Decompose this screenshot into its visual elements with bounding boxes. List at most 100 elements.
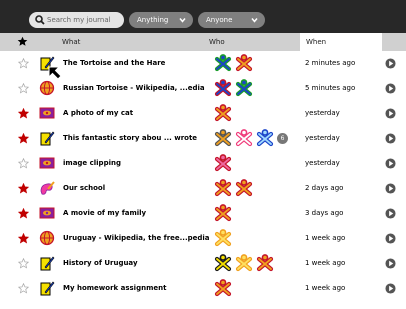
entry-title[interactable]: Uruguay - Wikipedia, the free...pedia <box>63 226 210 251</box>
resume-arrow-icon[interactable] <box>385 208 396 219</box>
favorite-toggle[interactable] <box>17 82 30 96</box>
what-column-header[interactable]: What <box>62 33 80 51</box>
star-column-header[interactable] <box>17 33 29 51</box>
favorite-star-icon[interactable] <box>17 157 30 169</box>
resume-arrow-icon[interactable] <box>385 233 396 244</box>
journal-entry-row[interactable]: History of Uruguay 1 week ago <box>0 251 406 276</box>
resume-button[interactable] <box>385 233 396 246</box>
filter-who-combo[interactable]: Anyone <box>198 12 265 28</box>
buddy-xo-icon[interactable] <box>214 204 232 222</box>
search-input[interactable] <box>47 13 121 27</box>
favorite-star-icon[interactable] <box>17 257 30 269</box>
buddy-xo-icon[interactable] <box>214 279 232 297</box>
buddy-xo-icon[interactable] <box>214 129 232 147</box>
buddy-xo-icon[interactable] <box>214 79 232 97</box>
favorite-star-icon[interactable] <box>17 82 30 94</box>
resume-button[interactable] <box>385 133 396 146</box>
entry-title[interactable]: History of Uruguay <box>63 251 138 276</box>
favorite-star-icon[interactable] <box>17 207 30 219</box>
entry-title[interactable]: The Tortoise and the Hare <box>63 51 165 76</box>
buddy-xo-icon[interactable] <box>235 79 253 97</box>
paint-activity-icon[interactable] <box>39 180 55 196</box>
entry-title[interactable]: This fantastic story abou ... wrote <box>63 126 197 151</box>
activity-icon[interactable] <box>39 105 55 123</box>
favorite-star-icon[interactable] <box>17 132 30 144</box>
journal-entry-row[interactable]: image clipping yesterday <box>0 151 406 176</box>
resume-arrow-icon[interactable] <box>385 58 396 69</box>
activity-icon[interactable] <box>39 230 55 248</box>
favorite-toggle[interactable] <box>17 232 30 246</box>
favorite-star-icon[interactable] <box>17 182 30 194</box>
activity-icon[interactable] <box>39 155 55 173</box>
favorite-toggle[interactable] <box>17 132 30 146</box>
when-column-header[interactable]: When <box>300 33 382 51</box>
journal-entry-row[interactable]: Uruguay - Wikipedia, the free...pedia 1 w… <box>0 226 406 251</box>
image-icon[interactable] <box>39 155 55 171</box>
activity-icon[interactable] <box>39 280 55 298</box>
image-icon[interactable] <box>39 105 55 121</box>
activity-icon[interactable] <box>39 255 55 273</box>
resume-button[interactable] <box>385 58 396 71</box>
resume-arrow-icon[interactable] <box>385 108 396 119</box>
buddy-xo-icon[interactable] <box>214 254 232 272</box>
entry-title[interactable]: Our school <box>63 176 105 201</box>
activity-icon[interactable] <box>39 80 55 98</box>
journal-entry-row[interactable]: A movie of my family 3 days ago <box>0 201 406 226</box>
favorite-star-icon[interactable] <box>17 232 30 244</box>
video-icon[interactable] <box>39 205 55 221</box>
journal-entry-row[interactable]: Our school 2 days ago <box>0 176 406 201</box>
entry-title[interactable]: A movie of my family <box>63 201 146 226</box>
filter-what-combo[interactable]: Anything <box>129 12 193 28</box>
favorite-toggle[interactable] <box>17 207 30 221</box>
favorite-star-icon[interactable] <box>17 282 30 294</box>
buddy-xo-icon[interactable] <box>214 54 232 72</box>
resume-button[interactable] <box>385 158 396 171</box>
resume-arrow-icon[interactable] <box>385 283 396 294</box>
activity-icon[interactable] <box>39 205 55 223</box>
favorite-toggle[interactable] <box>17 57 30 71</box>
resume-arrow-icon[interactable] <box>385 258 396 269</box>
resume-button[interactable] <box>385 83 396 96</box>
favorite-toggle[interactable] <box>17 157 30 171</box>
favorite-toggle[interactable] <box>17 257 30 271</box>
journal-entry-row[interactable]: This fantastic story abou ... wrote 6 yest… <box>0 126 406 151</box>
buddy-xo-icon[interactable] <box>214 154 232 172</box>
entry-title[interactable]: image clipping <box>63 151 121 176</box>
journal-entry-row[interactable]: A photo of my cat yesterday <box>0 101 406 126</box>
write-activity-icon[interactable] <box>39 130 55 146</box>
write-activity-icon[interactable] <box>39 255 55 271</box>
who-column-header[interactable]: Who <box>209 33 225 51</box>
resume-arrow-icon[interactable] <box>385 158 396 169</box>
resume-button[interactable] <box>385 108 396 121</box>
resume-button[interactable] <box>385 258 396 271</box>
favorite-star-icon[interactable] <box>17 57 30 69</box>
buddy-xo-icon[interactable] <box>235 254 253 272</box>
resume-arrow-icon[interactable] <box>385 83 396 94</box>
journal-entry-row[interactable]: My homework assignment 1 week ago <box>0 276 406 301</box>
browse-activity-icon[interactable] <box>39 230 55 246</box>
write-activity-icon[interactable] <box>39 280 55 296</box>
buddy-xo-icon[interactable] <box>235 54 253 72</box>
search-box[interactable] <box>29 12 124 28</box>
buddy-xo-icon[interactable] <box>214 104 232 122</box>
buddy-xo-icon[interactable] <box>214 179 232 197</box>
entry-title[interactable]: A photo of my cat <box>63 101 133 126</box>
buddy-xo-icon[interactable] <box>235 179 253 197</box>
buddy-xo-icon[interactable] <box>256 129 274 147</box>
entry-title[interactable]: Russian Tortoise - Wikipedia, ...edia <box>63 76 205 101</box>
resume-arrow-icon[interactable] <box>385 133 396 144</box>
favorite-toggle[interactable] <box>17 182 30 196</box>
resume-button[interactable] <box>385 183 396 196</box>
resume-button[interactable] <box>385 283 396 296</box>
buddy-xo-icon[interactable] <box>256 254 274 272</box>
activity-icon[interactable] <box>39 180 55 198</box>
entry-title[interactable]: My homework assignment <box>63 276 166 301</box>
browse-activity-icon[interactable] <box>39 80 55 96</box>
more-buddies-badge[interactable]: 6 <box>277 133 288 144</box>
resume-button[interactable] <box>385 208 396 221</box>
activity-icon[interactable] <box>39 130 55 148</box>
buddy-xo-icon[interactable] <box>214 229 232 247</box>
favorite-toggle[interactable] <box>17 107 30 121</box>
resume-arrow-icon[interactable] <box>385 183 396 194</box>
favorite-toggle[interactable] <box>17 282 30 296</box>
